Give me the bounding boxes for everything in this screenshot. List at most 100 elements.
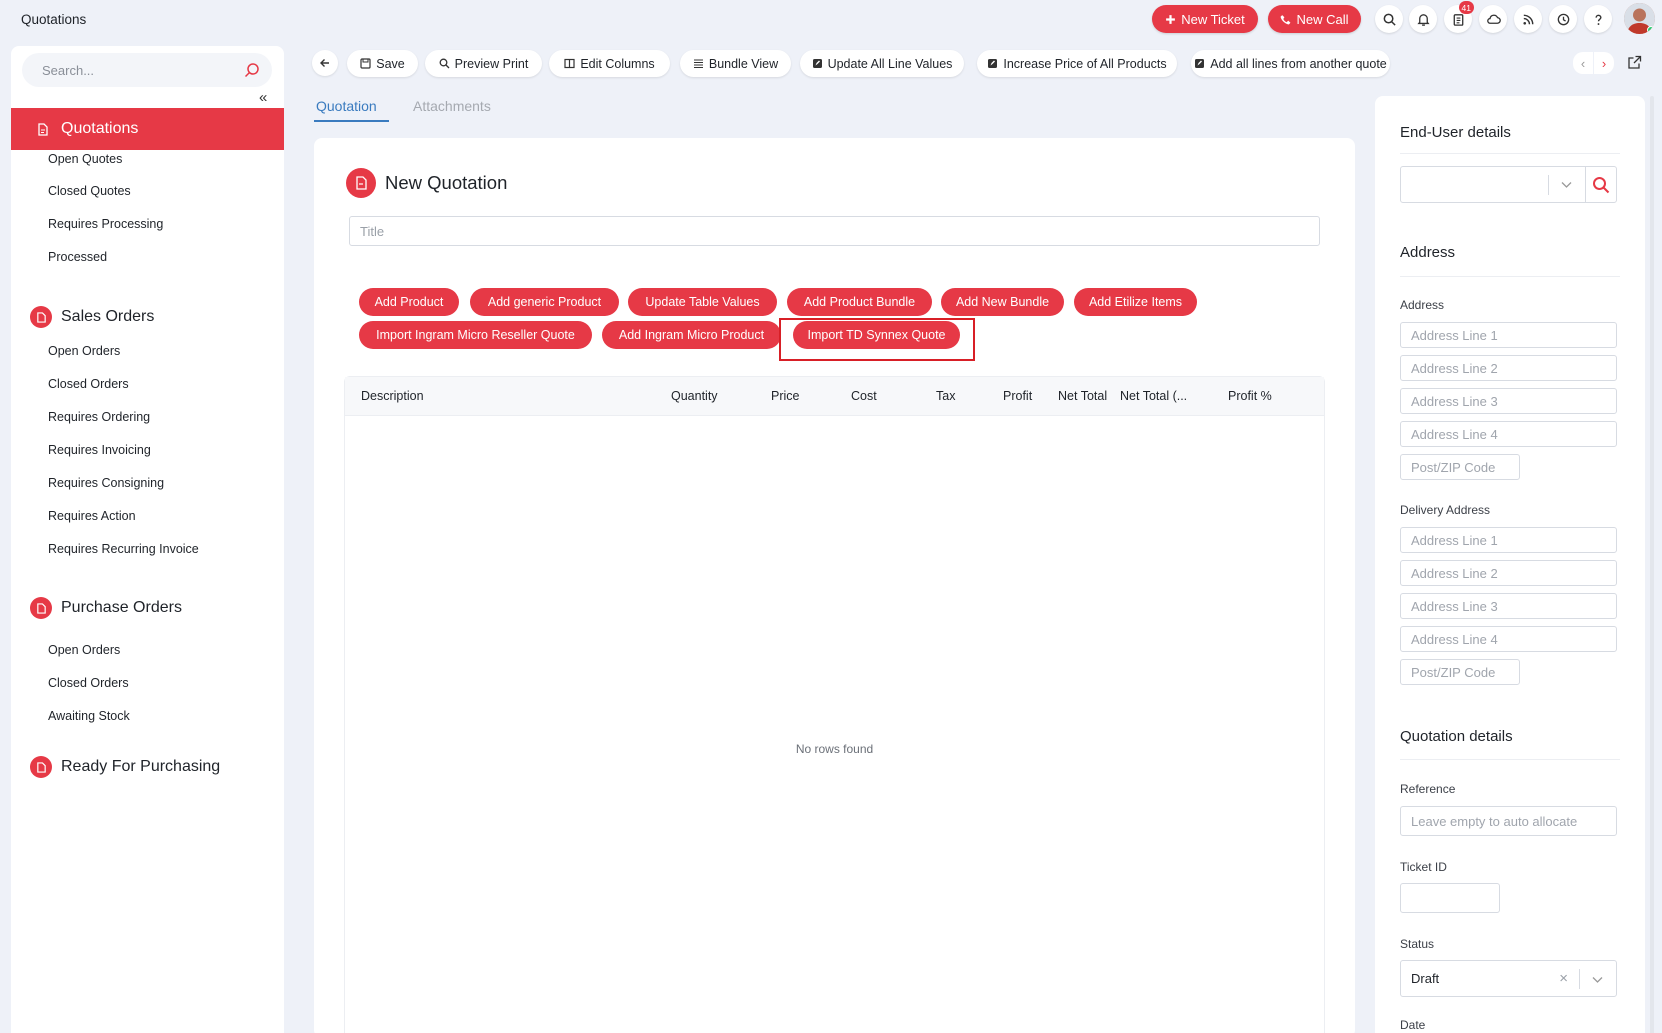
next-record-button[interactable]: › — [1594, 52, 1614, 74]
history-button[interactable] — [1549, 5, 1577, 33]
rss-icon — [1522, 14, 1533, 25]
new-call-button[interactable]: New Call — [1268, 5, 1361, 33]
app-title: Quotations — [21, 12, 87, 27]
sidebar-item-requires-action[interactable]: Requires Action — [48, 509, 136, 523]
add-ingram-micro-product-button[interactable]: Add Ingram Micro Product — [602, 321, 781, 349]
tab-quotation[interactable]: Quotation — [316, 98, 377, 114]
column-header-profit-percent[interactable]: Profit % — [1228, 389, 1272, 403]
sidebar-section-label: Purchase Orders — [61, 599, 182, 616]
update-all-line-values-button[interactable]: Update All Line Values — [800, 50, 964, 77]
delivery-line-1-field[interactable] — [1400, 527, 1617, 553]
back-button[interactable] — [312, 50, 338, 76]
reference-label: Reference — [1400, 782, 1456, 796]
column-header-net-total-converted[interactable]: Net Total (... — [1120, 389, 1187, 403]
sales-order-icon — [30, 306, 52, 328]
sidebar-item-requires-processing[interactable]: Requires Processing — [48, 217, 163, 231]
save-button[interactable]: Save — [347, 50, 418, 77]
column-header-price[interactable]: Price — [771, 389, 799, 403]
address-label: Address — [1400, 298, 1445, 312]
sidebar-item-open-quotes[interactable]: Open Quotes — [48, 152, 122, 166]
column-header-cost[interactable]: Cost — [851, 389, 877, 403]
sidebar-item-quotations[interactable]: Quotations — [11, 108, 284, 150]
add-etilize-items-button[interactable]: Add Etilize Items — [1074, 288, 1197, 316]
sidebar-item-processed[interactable]: Processed — [48, 250, 107, 264]
search-icon[interactable] — [244, 62, 260, 78]
ticket-id-field[interactable] — [1400, 883, 1500, 913]
clear-status-icon[interactable]: × — [1559, 970, 1568, 987]
add-all-lines-button[interactable]: Add all lines from another quote — [1191, 50, 1390, 77]
prev-record-button[interactable]: ‹ — [1573, 52, 1593, 74]
delivery-line-3-field[interactable] — [1400, 593, 1617, 619]
page-scrollbar[interactable] — [1650, 96, 1654, 1033]
add-product-button[interactable]: Add Product — [359, 288, 459, 316]
update-table-values-button[interactable]: Update Table Values — [628, 288, 777, 316]
sidebar-item-requires-invoicing[interactable]: Requires Invoicing — [48, 443, 151, 457]
help-button[interactable] — [1584, 5, 1612, 33]
sidebar: « Quotations Open Quotes Closed Quotes R… — [11, 46, 284, 1033]
search-button[interactable] — [1375, 5, 1403, 33]
sidebar-item-po-open-orders[interactable]: Open Orders — [48, 643, 120, 657]
bundle-view-button[interactable]: Bundle View — [680, 50, 791, 77]
preview-print-button[interactable]: Preview Print — [425, 50, 542, 77]
line-items-grid: Description Quantity Price Cost Tax Prof… — [344, 376, 1325, 1033]
select-divider — [1579, 969, 1580, 989]
new-ticket-button[interactable]: New Ticket — [1152, 5, 1258, 33]
chevron-down-icon[interactable] — [1591, 973, 1604, 986]
sidebar-search — [22, 53, 272, 87]
add-new-bundle-button[interactable]: Add New Bundle — [941, 288, 1064, 316]
sidebar-item-closed-quotes[interactable]: Closed Quotes — [48, 184, 131, 198]
sidebar-item-requires-recurring-invoice[interactable]: Requires Recurring Invoice — [48, 542, 199, 556]
sidebar-section-label: Sales Orders — [61, 308, 155, 325]
open-external-button[interactable] — [1627, 55, 1642, 70]
sidebar-item-closed-orders[interactable]: Closed Orders — [48, 377, 129, 391]
notifications-button[interactable] — [1409, 5, 1437, 33]
sidebar-item-po-closed-orders[interactable]: Closed Orders — [48, 676, 129, 690]
user-avatar[interactable] — [1624, 3, 1655, 34]
sidebar-section-sales-orders[interactable]: Sales Orders — [30, 306, 154, 328]
import-ingram-micro-reseller-quote-button[interactable]: Import Ingram Micro Reseller Quote — [359, 321, 592, 349]
dashboard-button[interactable] — [1479, 5, 1507, 33]
tasks-button[interactable]: 41 — [1444, 1, 1474, 33]
add-product-bundle-button[interactable]: Add Product Bundle — [787, 288, 932, 316]
address-line-2-field[interactable] — [1400, 355, 1617, 381]
new-call-label: New Call — [1296, 11, 1349, 27]
title-field[interactable] — [349, 216, 1320, 246]
address-line-1-field[interactable] — [1400, 322, 1617, 348]
sidebar-item-awaiting-stock[interactable]: Awaiting Stock — [48, 709, 130, 723]
increase-price-button[interactable]: Increase Price of All Products — [977, 50, 1177, 77]
feed-button[interactable] — [1514, 5, 1542, 33]
reference-field[interactable] — [1400, 806, 1617, 836]
sidebar-item-requires-ordering[interactable]: Requires Ordering — [48, 410, 150, 424]
sidebar-item-open-orders[interactable]: Open Orders — [48, 344, 120, 358]
address-line-3-field[interactable] — [1400, 388, 1617, 414]
sidebar-section-ready-for-purchasing[interactable]: Ready For Purchasing — [30, 756, 220, 778]
delivery-line-4-field[interactable] — [1400, 626, 1617, 652]
delivery-postcode-field[interactable] — [1400, 659, 1520, 685]
address-line-4-field[interactable] — [1400, 421, 1617, 447]
add-generic-product-button[interactable]: Add generic Product — [470, 288, 619, 316]
postcode-field[interactable] — [1400, 454, 1520, 480]
column-header-profit[interactable]: Profit — [1003, 389, 1032, 403]
edit-columns-button[interactable]: Edit Columns — [549, 50, 670, 77]
tab-attachments[interactable]: Attachments — [413, 98, 491, 114]
arrow-left-icon — [320, 59, 329, 67]
end-user-select[interactable] — [1400, 166, 1586, 203]
column-header-tax[interactable]: Tax — [936, 389, 955, 403]
end-user-search-button[interactable] — [1585, 166, 1617, 203]
sidebar-item-requires-consigning[interactable]: Requires Consigning — [48, 476, 164, 490]
collapse-sidebar-button[interactable]: « — [259, 89, 267, 106]
column-header-description[interactable]: Description — [361, 389, 424, 403]
external-link-icon — [1628, 55, 1642, 69]
plus-icon — [1166, 14, 1176, 24]
bundle-view-label: Bundle View — [708, 56, 779, 71]
end-user-heading: End-User details — [1400, 124, 1511, 141]
page-title: New Quotation — [346, 168, 507, 198]
column-header-net-total[interactable]: Net Total — [1058, 389, 1107, 403]
status-select[interactable]: Draft × — [1400, 960, 1617, 997]
sidebar-search-input[interactable] — [42, 62, 232, 78]
delivery-line-2-field[interactable] — [1400, 560, 1617, 586]
column-header-quantity[interactable]: Quantity — [671, 389, 718, 403]
preview-print-label: Preview Print — [454, 56, 529, 71]
sidebar-section-purchase-orders[interactable]: Purchase Orders — [30, 597, 182, 619]
chevron-down-icon[interactable] — [1560, 178, 1573, 191]
